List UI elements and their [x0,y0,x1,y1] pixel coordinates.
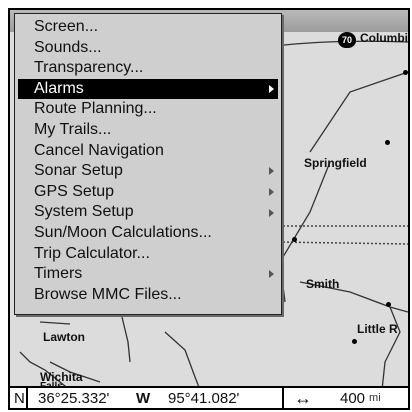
menu-item-cancel-navigation[interactable]: Cancel Navigation [18,141,278,162]
city-dot [403,70,408,75]
menu-item-label: My Trails... [34,120,112,138]
menu-item-system-setup[interactable]: System Setup [18,202,278,223]
submenu-arrow-icon [269,85,274,94]
interstate-shield-icon: 70 [338,32,356,48]
city-label-springfield: Springfield [304,156,367,170]
range-value: 400 [340,389,366,407]
main-menu: Screen... Sounds... Transparency... Alarms R… [14,13,282,315]
menu-item-screen[interactable]: Screen... [18,17,278,38]
submenu-arrow-icon [269,208,274,217]
submenu-arrow-icon [269,167,274,176]
menu-item-gps-setup[interactable]: GPS Setup [18,182,278,203]
menu-item-label: Route Planning... [34,100,157,118]
menu-item-label: Cancel Navigation [34,141,164,159]
road [381,306,401,390]
menu-item-sounds[interactable]: Sounds... [18,38,278,59]
longitude-value: 95°41.082' [168,389,240,407]
city-dot [386,302,391,307]
city-dot [352,339,357,344]
road [164,331,201,390]
menu-item-route-planning[interactable]: Route Planning... [18,99,278,120]
menu-item-sun-moon-calculations[interactable]: Sun/Moon Calculations... [18,223,278,244]
menu-item-alarms[interactable]: Alarms [18,78,278,100]
city-dot [292,237,297,242]
menu-item-label: System Setup [34,203,134,221]
submenu-arrow-icon [269,188,274,197]
range-unit: mi [369,392,381,404]
menu-item-trip-calculator[interactable]: Trip Calculator... [18,244,278,265]
menu-item-timers[interactable]: Timers [18,264,278,285]
road [309,71,408,153]
menu-item-sonar-setup[interactable]: Sonar Setup [18,161,278,182]
latitude-hemisphere: N [14,389,25,407]
menu-item-label: Screen... [34,18,99,35]
menu-item-label: Sounds... [34,38,102,56]
menu-item-label: Browse MMC Files... [34,285,182,303]
left-right-arrow-icon: ↔ [294,387,312,408]
menu-item-my-trails[interactable]: My Trails... [18,120,278,141]
longitude-hemisphere: W [136,389,151,407]
latitude-value: 36°25.332' [38,389,110,407]
display-frame: 70 Columbi Springfield Smith Little R La… [8,8,410,410]
menu-item-browse-mmc-files[interactable]: Browse MMC Files... [18,285,278,306]
submenu-arrow-icon [269,270,274,279]
city-label-lawton: Lawton [43,330,85,344]
menu-item-label: Transparency... [34,59,144,77]
menu-item-label: GPS Setup [34,182,115,200]
city-label-little-rock: Little R [357,322,398,336]
state-border [274,241,408,245]
menu-item-label: Timers [34,265,83,283]
menu-item-label: Alarms [34,79,84,97]
road [121,316,131,363]
menu-item-label: Sonar Setup [34,162,123,180]
city-label-fort-smith: Smith [306,277,340,291]
menu-item-transparency[interactable]: Transparency... [18,58,278,79]
city-dot [385,140,390,145]
gps-screen: 70 Columbi Springfield Smith Little R La… [0,0,412,412]
menu-item-label: Sun/Moon Calculations... [34,223,212,241]
city-label-columbia: Columbi [360,31,408,45]
menu-item-label: Trip Calculator... [34,244,150,262]
status-bar: N 36°25.332' W 95°41.082' ↔ 400 mi [10,386,408,408]
road [39,321,71,325]
